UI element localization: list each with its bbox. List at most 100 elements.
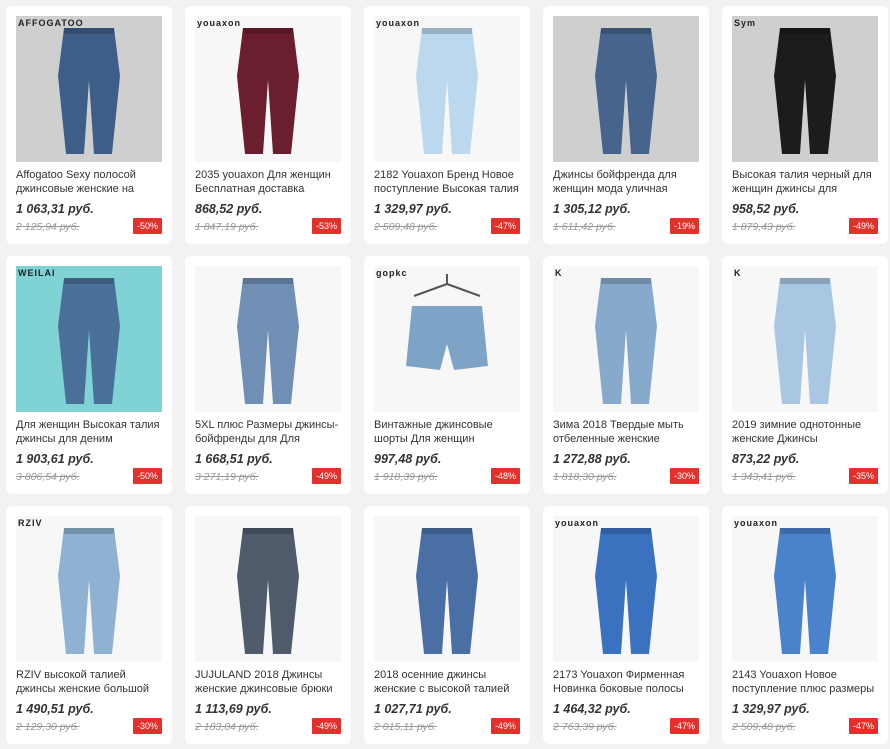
product-price: 1 113,69 руб.: [195, 702, 272, 716]
product-image-graphic: [374, 266, 520, 412]
discount-badge: -49%: [848, 218, 878, 234]
discount-badge: -50%: [132, 468, 162, 484]
product-title[interactable]: Винтажные джинсовые шорты Для женщин выс…: [374, 419, 520, 446]
product-image[interactable]: Sym: [732, 16, 878, 162]
product-price: 958,52 руб.: [732, 202, 800, 216]
product-image-graphic: [16, 16, 162, 162]
product-card[interactable]: K 2019 зимние однотонные женские Джинсы …: [722, 256, 888, 494]
product-image[interactable]: [374, 516, 520, 662]
product-image-graphic: [732, 266, 878, 412]
product-price: 1 063,31 руб.: [16, 202, 94, 216]
brand-logo: youaxon: [197, 18, 242, 28]
product-card[interactable]: WEILAI Для женщин Высокая талия джинсы д…: [6, 256, 172, 494]
product-old-price: 1 879,43 руб.: [732, 221, 796, 233]
product-image[interactable]: [553, 16, 699, 162]
product-image[interactable]: AFFOGATOO: [16, 16, 162, 162]
product-image-graphic: [732, 16, 878, 162]
product-image-graphic: [16, 516, 162, 662]
brand-logo: RZIV: [18, 518, 43, 528]
product-card[interactable]: youaxon 2182 Youaxon Бренд Новое поступл…: [364, 6, 530, 244]
product-title[interactable]: Affogatoo Sexy полосой джинсовые женские…: [16, 169, 162, 196]
product-card[interactable]: 5XL плюс Размеры джинсы-бойфренды для Дл…: [185, 256, 351, 494]
product-card[interactable]: JUJULAND 2018 Джинсы женские джинсовые б…: [185, 506, 351, 744]
product-title[interactable]: JUJULAND 2018 Джинсы женские джинсовые б…: [195, 669, 341, 696]
product-image-graphic: [195, 16, 341, 162]
product-image-graphic: [195, 266, 341, 412]
discount-badge: -49%: [490, 718, 520, 734]
product-title[interactable]: Высокая талия черный для женщин джинсы д…: [732, 169, 878, 196]
product-title[interactable]: Джинсы бойфренда для женщин мода уличная: [553, 169, 699, 196]
product-price: 1 272,88 руб.: [553, 452, 631, 466]
product-image[interactable]: WEILAI: [16, 266, 162, 412]
product-image[interactable]: youaxon: [195, 16, 341, 162]
product-image[interactable]: youaxon: [553, 516, 699, 662]
product-image-graphic: [553, 516, 699, 662]
discount-badge: -30%: [669, 468, 699, 484]
product-old-price: 1 818,30 руб.: [553, 471, 617, 483]
product-price: 1 464,32 руб.: [553, 702, 631, 716]
product-title[interactable]: 2019 зимние однотонные женские Джинсы бо…: [732, 419, 878, 446]
discount-badge: -47%: [490, 218, 520, 234]
product-image-graphic: [732, 516, 878, 662]
discount-badge: -30%: [132, 718, 162, 734]
product-image[interactable]: [195, 516, 341, 662]
brand-logo: K: [555, 268, 563, 278]
product-old-price: 2 015,11 руб.: [374, 721, 437, 733]
product-card[interactable]: youaxon 2143 Youaxon Новое поступление п…: [722, 506, 888, 744]
product-old-price: 2 125,94 руб.: [16, 221, 80, 233]
discount-badge: -50%: [132, 218, 162, 234]
product-old-price: 2 509,48 руб.: [732, 721, 796, 733]
discount-badge: -53%: [311, 218, 341, 234]
product-image[interactable]: youaxon: [732, 516, 878, 662]
product-price: 868,52 руб.: [195, 202, 263, 216]
product-title[interactable]: Зима 2018 Твердые мыть отбеленные женски…: [553, 419, 699, 446]
product-image[interactable]: youaxon: [374, 16, 520, 162]
product-title[interactable]: 2143 Youaxon Новое поступление плюс разм…: [732, 669, 878, 696]
product-card[interactable]: youaxon 2173 Youaxon Фирменная Новинка б…: [543, 506, 709, 744]
product-title[interactable]: RZIV высокой талией джинсы женские больш…: [16, 669, 162, 696]
product-card[interactable]: youaxon 2035 youaxon Для женщин Бесплатн…: [185, 6, 351, 244]
product-card[interactable]: Sym Высокая талия черный для женщин джин…: [722, 6, 888, 244]
product-image[interactable]: gopkc: [374, 266, 520, 412]
product-image-graphic: [374, 16, 520, 162]
discount-badge: -49%: [311, 718, 341, 734]
product-title[interactable]: 2035 youaxon Для женщин Бесплатная доста…: [195, 169, 341, 196]
discount-badge: -35%: [848, 468, 878, 484]
product-card[interactable]: Джинсы бойфренда для женщин мода уличная…: [543, 6, 709, 244]
product-image[interactable]: [195, 266, 341, 412]
product-card[interactable]: gopkc Винтажные джинсовые шорты Для женщ…: [364, 256, 530, 494]
product-grid: AFFOGATOO Affogatoo Sexy полосой джинсов…: [6, 6, 888, 744]
discount-badge: -47%: [669, 718, 699, 734]
brand-logo: WEILAI: [18, 268, 56, 278]
product-image[interactable]: RZIV: [16, 516, 162, 662]
product-card[interactable]: RZIV RZIV высокой талией джинсы женские …: [6, 506, 172, 744]
product-old-price: 2 509,48 руб.: [374, 221, 438, 233]
product-card[interactable]: 2018 осенние джинсы женские с высокой та…: [364, 506, 530, 744]
product-image-graphic: [553, 16, 699, 162]
product-image[interactable]: K: [553, 266, 699, 412]
brand-logo: youaxon: [734, 518, 779, 528]
product-old-price: 3 271,19 руб.: [195, 471, 259, 483]
product-title[interactable]: 5XL плюс Размеры джинсы-бойфренды для Дл…: [195, 419, 341, 446]
brand-logo: gopkc: [376, 268, 408, 278]
product-price: 873,22 руб.: [732, 452, 800, 466]
brand-logo: AFFOGATOO: [18, 18, 84, 28]
product-card[interactable]: K Зима 2018 Твердые мыть отбеленные женс…: [543, 256, 709, 494]
product-title[interactable]: 2018 осенние джинсы женские с высокой та…: [374, 669, 520, 696]
product-old-price: 2 129,30 руб.: [16, 721, 80, 733]
product-card[interactable]: AFFOGATOO Affogatoo Sexy полосой джинсов…: [6, 6, 172, 244]
discount-badge: -47%: [848, 718, 878, 734]
product-image-graphic: [16, 266, 162, 412]
product-image[interactable]: K: [732, 266, 878, 412]
product-old-price: 3 806,54 руб.: [16, 471, 80, 483]
discount-badge: -19%: [669, 218, 699, 234]
product-price: 1 305,12 руб.: [553, 202, 631, 216]
product-price: 1 329,97 руб.: [374, 202, 452, 216]
product-old-price: 2 763,39 руб.: [553, 721, 617, 733]
product-price: 997,48 руб.: [374, 452, 442, 466]
product-title[interactable]: 2173 Youaxon Фирменная Новинка боковые п…: [553, 669, 699, 696]
product-title[interactable]: Для женщин Высокая талия джинсы для дени…: [16, 419, 162, 446]
product-title[interactable]: 2182 Youaxon Бренд Новое поступление Выс…: [374, 169, 520, 196]
product-image-graphic: [374, 516, 520, 662]
product-old-price: 1 918,39 руб.: [374, 471, 438, 483]
